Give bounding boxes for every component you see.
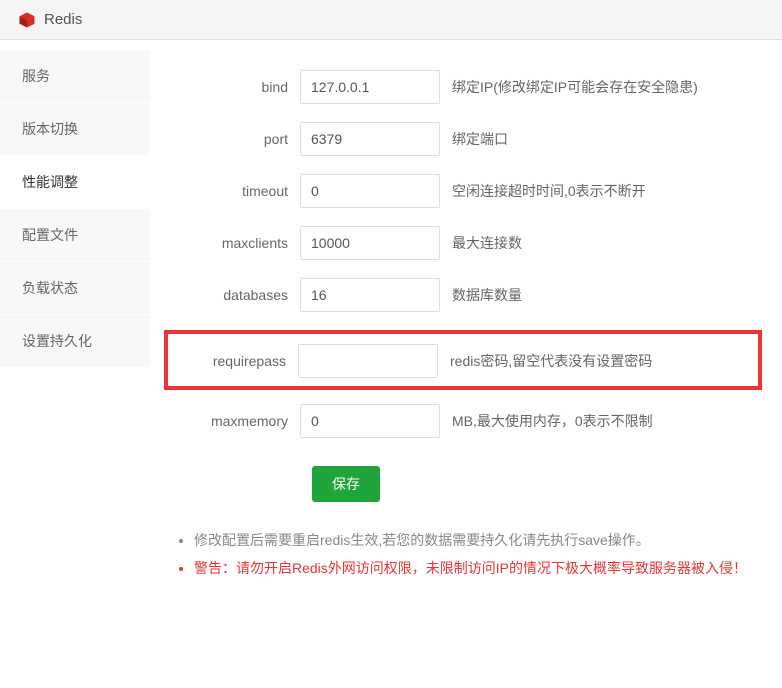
note-restart: 修改配置后需要重启redis生效,若您的数据需要持久化请先执行save操作。 [194,526,762,554]
label-databases: databases [170,287,300,303]
desc-port: 绑定端口 [452,129,508,149]
sidebar-item-persistence[interactable]: 设置持久化 [0,315,150,368]
sidebar-item-label: 版本切换 [22,121,78,137]
input-maxmemory[interactable] [300,404,440,438]
sidebar-item-label: 性能调整 [22,174,78,190]
highlighted-requirepass: requirepass redis密码,留空代表没有设置密码 [164,330,762,390]
form-row-port: port 绑定端口 [170,122,762,156]
desc-timeout: 空闲连接超时时间,0表示不断开 [452,181,646,201]
sidebar-item-label: 服务 [22,68,50,84]
notes-list: 修改配置后需要重启redis生效,若您的数据需要持久化请先执行save操作。 警… [170,526,762,582]
input-port[interactable] [300,122,440,156]
input-bind[interactable] [300,70,440,104]
sidebar-item-performance[interactable]: 性能调整 [0,156,150,209]
label-maxmemory: maxmemory [170,413,300,429]
input-maxclients[interactable] [300,226,440,260]
desc-bind: 绑定IP(修改绑定IP可能会存在安全隐患) [452,77,698,97]
form-row-databases: databases 数据库数量 [170,278,762,312]
sidebar-item-version[interactable]: 版本切换 [0,103,150,156]
desc-maxmemory: MB,最大使用内存，0表示不限制 [452,411,653,431]
input-timeout[interactable] [300,174,440,208]
desc-requirepass: redis密码,留空代表没有设置密码 [450,351,652,371]
header-title: Redis [44,11,82,28]
form-row-maxclients: maxclients 最大连接数 [170,226,762,260]
label-bind: bind [170,79,300,95]
main-content: bind 绑定IP(修改绑定IP可能会存在安全隐患) port 绑定端口 tim… [150,40,782,602]
input-requirepass[interactable] [298,344,438,378]
note-warning: 警告：请勿开启Redis外网访问权限，未限制访问IP的情况下极大概率导致服务器被… [194,554,762,582]
input-databases[interactable] [300,278,440,312]
form-row-requirepass: requirepass redis密码,留空代表没有设置密码 [168,344,758,378]
sidebar-item-service[interactable]: 服务 [0,50,150,103]
container: 服务 版本切换 性能调整 配置文件 负载状态 设置持久化 bind 绑定IP(修… [0,40,782,602]
form-row-timeout: timeout 空闲连接超时时间,0表示不断开 [170,174,762,208]
label-requirepass: requirepass [168,353,298,369]
desc-databases: 数据库数量 [452,285,522,305]
form-row-maxmemory: maxmemory MB,最大使用内存，0表示不限制 [170,404,762,438]
label-maxclients: maxclients [170,235,300,251]
label-timeout: timeout [170,183,300,199]
desc-maxclients: 最大连接数 [452,233,522,253]
sidebar-item-label: 负载状态 [22,280,78,296]
sidebar-item-label: 设置持久化 [22,333,92,349]
form-row-bind: bind 绑定IP(修改绑定IP可能会存在安全隐患) [170,70,762,104]
header: Redis [0,0,782,40]
label-port: port [170,131,300,147]
save-button[interactable]: 保存 [312,466,380,502]
sidebar-item-config[interactable]: 配置文件 [0,209,150,262]
sidebar: 服务 版本切换 性能调整 配置文件 负载状态 设置持久化 [0,40,150,602]
sidebar-item-load[interactable]: 负载状态 [0,262,150,315]
redis-icon [18,11,36,29]
sidebar-item-label: 配置文件 [22,227,78,243]
